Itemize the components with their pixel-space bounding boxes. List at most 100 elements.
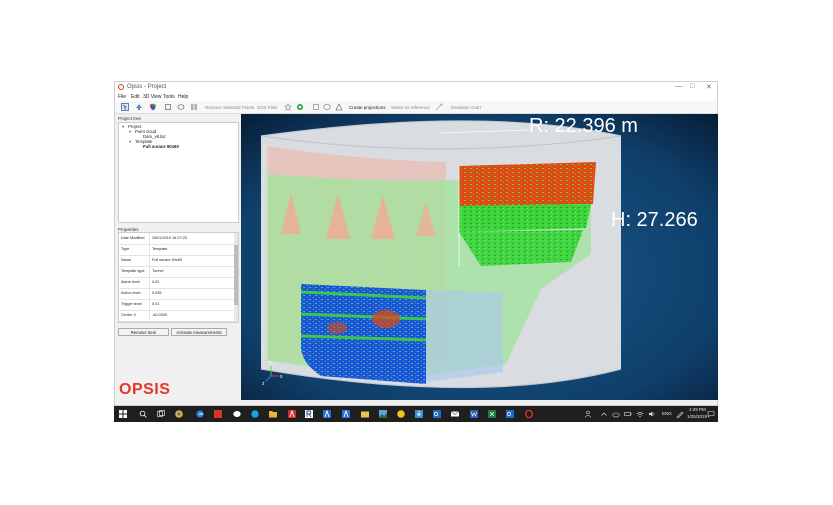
tree-item-selected-template[interactable]: Full surace 90x60 [143, 144, 179, 149]
3d-viewport[interactable]: R: 22.396 m H: 27.266 y x z [241, 114, 718, 400]
viewer-a-icon[interactable] [288, 410, 296, 418]
menu-file[interactable]: File [118, 94, 126, 100]
download-icon[interactable] [415, 410, 423, 418]
task-view-icon[interactable] [157, 410, 165, 418]
cube-icon[interactable] [323, 103, 331, 111]
word-icon[interactable] [470, 410, 478, 418]
skype-icon[interactable] [251, 410, 259, 418]
property-value[interactable]: 0.035 [149, 288, 162, 299]
menu-help[interactable]: Help [178, 94, 188, 100]
properties-scrollbar[interactable] [234, 233, 238, 322]
network-icon[interactable] [636, 410, 644, 418]
window-title: Opsis - Project [127, 84, 167, 90]
property-key: Name [121, 258, 132, 262]
property-value[interactable]: 25/01/2019 16:27:25 [149, 233, 187, 244]
scrollbar-thumb[interactable] [234, 245, 238, 305]
expand-icon[interactable]: ▾ [122, 124, 124, 130]
sos-filter-button[interactable]: SOS Filter [257, 105, 278, 110]
volume-icon[interactable] [648, 410, 656, 418]
property-value[interactable]: Tunnel [149, 266, 163, 277]
select-as-reference-button[interactable]: Select as reference [391, 105, 430, 110]
opera-icon[interactable] [525, 410, 533, 418]
project-tree: ▾ Project ▾ Point cloud Dam_v8.laz ▾ Tem… [118, 122, 239, 223]
outlook2-icon[interactable] [506, 410, 514, 418]
clock-date[interactable]: 1/25/2019 [687, 414, 707, 419]
expand-icon[interactable]: ▾ [129, 129, 131, 135]
crop-tool-icon[interactable] [164, 103, 172, 111]
files-icon[interactable] [361, 410, 369, 418]
deviation-panel-mid [459, 204, 591, 232]
green-circle-icon[interactable] [296, 103, 304, 111]
point-cloud-scene[interactable]: R: 22.396 m H: 27.266 y x z [241, 114, 718, 400]
language-indicator[interactable]: ENG [662, 411, 672, 416]
clock-time[interactable]: 4:29 PM [689, 407, 706, 412]
close-button[interactable]: ✕ [706, 83, 712, 91]
property-row: Center X -40.0309 [119, 310, 236, 322]
messaging-icon[interactable] [233, 410, 241, 418]
animate-measurements-button[interactable]: Animate measurements [171, 328, 227, 336]
maximize-button[interactable]: □ [690, 83, 694, 90]
property-key: Alarm level [121, 280, 140, 284]
select-tool-icon[interactable] [121, 103, 129, 111]
property-key: Type [121, 247, 130, 251]
menu-3d-view[interactable]: 3D View [143, 94, 162, 100]
color-tool-icon[interactable] [149, 103, 157, 111]
properties-table: Date Modified 25/01/2019 16:27:25 Type Tem… [118, 232, 239, 323]
lasso-tool-icon[interactable] [177, 103, 185, 111]
property-key: Template type [121, 269, 145, 273]
property-value[interactable]: -40.0309 [149, 310, 167, 321]
property-key: Center X [121, 313, 136, 317]
opsis-logo: OPSIS [119, 381, 171, 398]
property-key: Date Modified [121, 236, 145, 240]
remove-selected-points-button[interactable]: Remove Selected Points [205, 105, 254, 110]
chrome-icon[interactable] [175, 410, 183, 418]
viewer-a3-icon[interactable] [342, 410, 350, 418]
star-icon[interactable] [284, 103, 292, 111]
viewer-r-icon[interactable] [305, 410, 313, 418]
menu-bar: File Edit 3D View Tools Help [115, 93, 717, 101]
notification-icon[interactable] [707, 410, 715, 418]
deviation-panel-low [301, 284, 426, 384]
fence-tool-icon[interactable] [190, 103, 198, 111]
deviation-chart-button[interactable]: Deviation chart [451, 105, 481, 110]
property-key: Action level [121, 291, 141, 295]
search-icon[interactable] [139, 410, 147, 418]
refresh-icon[interactable] [312, 103, 320, 111]
view-tool-icon[interactable] [135, 103, 143, 111]
project-tree-header: Project tree [118, 116, 142, 121]
battery-icon[interactable] [624, 410, 632, 418]
height-label: H: 27.266 [611, 209, 698, 231]
chevron-up-icon[interactable] [600, 410, 608, 418]
image-icon[interactable] [379, 410, 387, 418]
property-value[interactable]: 0.02 [149, 277, 159, 288]
expand-icon[interactable]: ▾ [129, 139, 131, 145]
mail-icon[interactable] [451, 410, 459, 418]
radius-label: R: 22.396 m [529, 115, 638, 137]
property-value[interactable]: 0.01 [149, 299, 159, 310]
edge-icon[interactable] [196, 410, 204, 418]
property-key: Trigger level [121, 302, 142, 306]
deviation-icon[interactable] [435, 103, 443, 111]
pen-icon[interactable] [676, 410, 684, 418]
cloud-icon[interactable] [612, 410, 620, 418]
property-value[interactable]: Full surace 90x60 [149, 255, 182, 266]
toolbar: Remove Selected Points SOS Filter Create… [115, 101, 717, 114]
warning-icon[interactable] [335, 103, 343, 111]
menu-tools[interactable]: Tools [163, 94, 175, 100]
property-value[interactable]: Template [149, 244, 167, 255]
remove-item-button[interactable]: Remove Item [118, 328, 169, 336]
acrobat-icon[interactable] [214, 410, 222, 418]
title-bar: Opsis - Project — □ ✕ [115, 82, 717, 93]
create-projections-button[interactable]: Create projections [349, 105, 386, 110]
excel-icon[interactable] [488, 410, 496, 418]
menu-edit[interactable]: Edit [131, 94, 140, 100]
windows-start-icon[interactable] [119, 410, 127, 418]
viewer-a2-icon[interactable] [323, 410, 331, 418]
outlook-icon[interactable] [433, 410, 441, 418]
people-icon[interactable] [584, 410, 592, 418]
app-window: Opsis - Project — □ ✕ File Edit 3D View … [114, 81, 718, 406]
minimize-button[interactable]: — [675, 83, 682, 90]
folder-icon[interactable] [269, 410, 277, 418]
sticky-icon[interactable] [397, 410, 405, 418]
app-logo-icon [118, 84, 124, 90]
